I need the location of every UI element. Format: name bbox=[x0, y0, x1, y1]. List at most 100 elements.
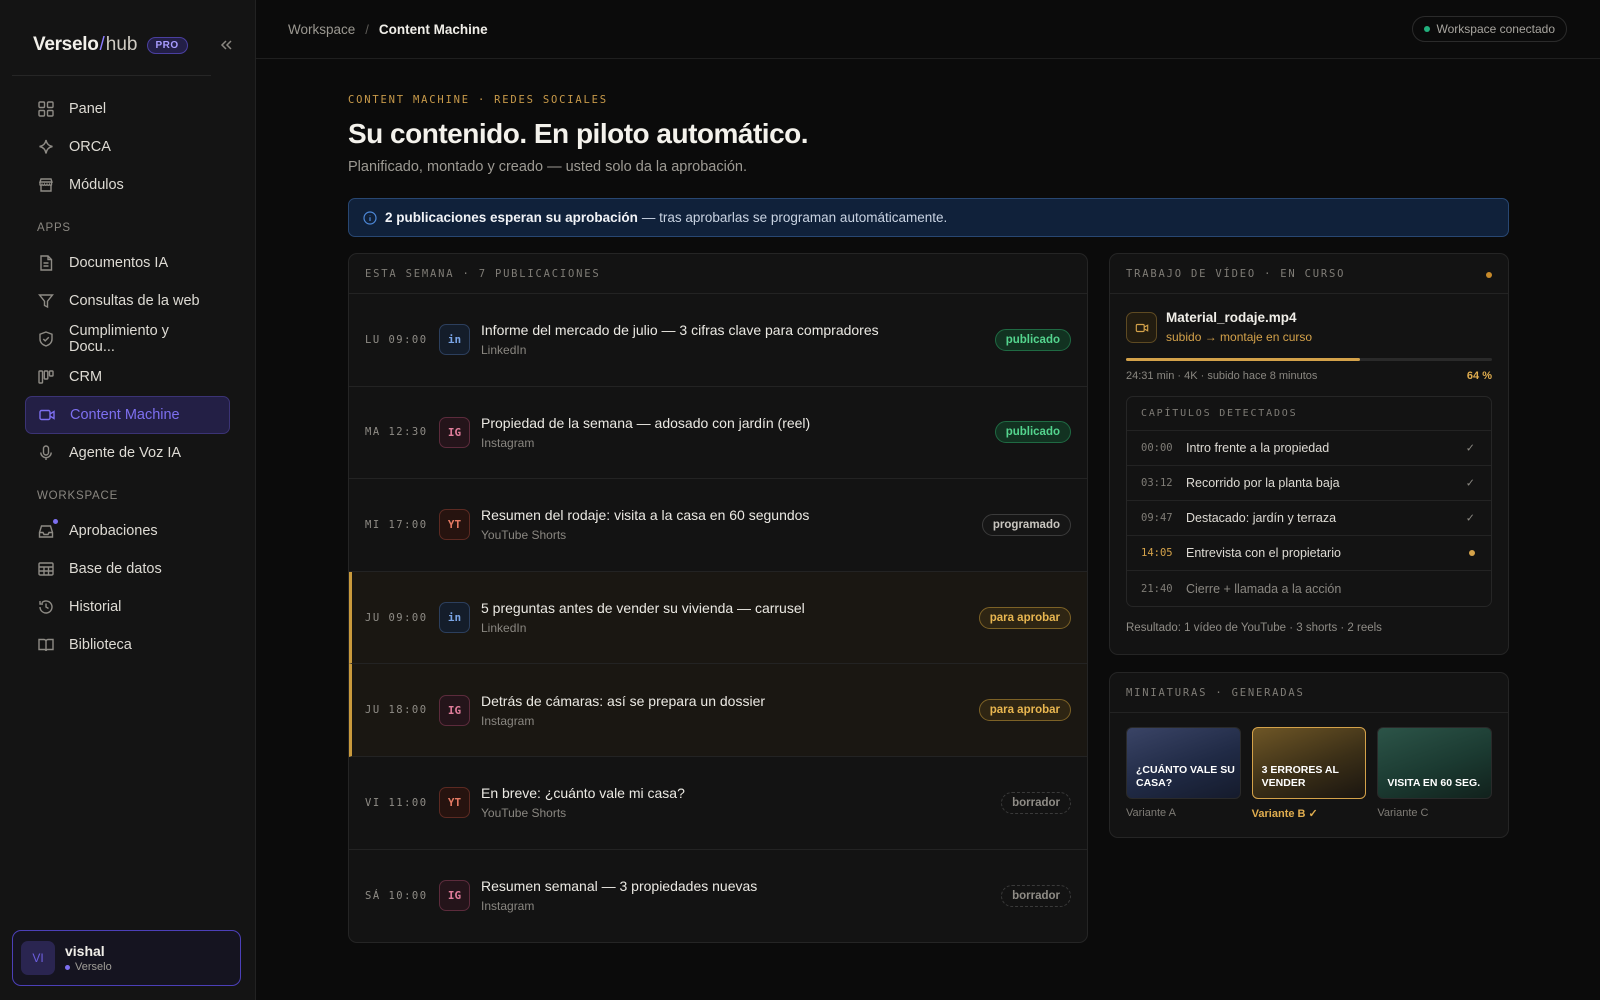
grid-icon bbox=[38, 101, 54, 117]
thumbnail-image: 3 ERRORES AL VENDER bbox=[1251, 727, 1367, 799]
thumbnail-variant-c[interactable]: VISITA EN 60 SEG. Variante C bbox=[1377, 727, 1493, 820]
post-time: MA 12:30 bbox=[365, 426, 428, 439]
sidebar-item-cumplimiento[interactable]: Cumplimiento y Docu... bbox=[25, 320, 230, 358]
post-title: Resumen del rodaje: visita a la casa en … bbox=[481, 507, 810, 524]
sidebar-item-label: CRM bbox=[69, 369, 103, 385]
sidebar-item-orca[interactable]: ORCA bbox=[25, 128, 230, 166]
instagram-icon: IG bbox=[439, 416, 470, 448]
brand-name: Verselo bbox=[33, 34, 99, 55]
video-percent: 64 % bbox=[1466, 370, 1492, 382]
post-row[interactable]: JU 18:00 IG Detrás de cámaras: así se pr… bbox=[349, 664, 1087, 757]
user-card[interactable]: VI vishal Verselo bbox=[12, 930, 241, 986]
sidebar-item-base-datos[interactable]: Base de datos bbox=[25, 550, 230, 588]
approve-badge[interactable]: para aprobar bbox=[978, 606, 1071, 629]
sidebar: Verselo / hub PRO Panel ORCA Módulos APPS … bbox=[0, 0, 256, 1000]
sidebar-item-historial[interactable]: Historial bbox=[25, 588, 230, 626]
chapter-time: 00:00 bbox=[1141, 442, 1173, 454]
sidebar-item-crm[interactable]: CRM bbox=[25, 358, 230, 396]
sidebar-item-modulos[interactable]: Módulos bbox=[25, 166, 230, 204]
user-org: Verselo bbox=[65, 961, 112, 973]
linkedin-icon: in bbox=[439, 602, 470, 634]
chapter-label: Recorrido por la planta baja bbox=[1186, 476, 1340, 490]
sidebar-item-biblioteca[interactable]: Biblioteca bbox=[25, 626, 230, 664]
in-progress-dot bbox=[1469, 550, 1475, 556]
post-row[interactable]: MI 17:00 YT Resumen del rodaje: visita a… bbox=[349, 479, 1087, 572]
alert-bold: 2 publicaciones esperan su aprobación bbox=[385, 210, 638, 225]
video-job-panel: TRABAJO DE VÍDEO · EN CURSO Material_rod… bbox=[1109, 253, 1509, 655]
post-channel: Instagram bbox=[481, 435, 535, 450]
chapter-time: 21:40 bbox=[1141, 582, 1173, 595]
sidebar-item-agente-voz[interactable]: Agente de Voz IA bbox=[25, 434, 230, 472]
post-title: Detrás de cámaras: así se prepara un dos… bbox=[481, 692, 766, 709]
sidebar-item-label: Cumplimiento y Docu... bbox=[69, 323, 169, 355]
chapter-time: 03:12 bbox=[1141, 477, 1173, 489]
brand-slash: / bbox=[99, 34, 105, 55]
chapter-row[interactable]: 21:40 Cierre + llamada a la acción bbox=[1127, 571, 1491, 606]
post-time: JU 09:00 bbox=[365, 611, 428, 624]
chapter-row[interactable]: 00:00 Intro frente a la propiedad ✓ bbox=[1127, 431, 1491, 466]
thumbnail-image: VISITA EN 60 SEG. bbox=[1377, 727, 1493, 799]
video-file[interactable]: Material_rodaje.mp4 subido → montaje en … bbox=[1110, 294, 1508, 344]
chapter-label: Intro frente a la propiedad bbox=[1186, 441, 1330, 455]
status-badge: borrador bbox=[1001, 791, 1071, 814]
post-title: En breve: ¿cuánto vale mi casa? bbox=[481, 785, 685, 802]
filter-icon bbox=[38, 294, 54, 309]
instagram-icon: IG bbox=[439, 694, 470, 726]
post-row[interactable]: VI 11:00 YT En breve: ¿cuánto vale mi ca… bbox=[349, 757, 1087, 850]
table-icon bbox=[38, 562, 54, 576]
chapter-row[interactable]: 14:05 Entrevista con el propietario bbox=[1127, 536, 1491, 571]
inbox-icon bbox=[37, 519, 58, 540]
sidebar-item-consultas-web[interactable]: Consultas de la web bbox=[25, 282, 230, 320]
post-row[interactable]: JU 09:00 in 5 preguntas antes de vender … bbox=[349, 571, 1087, 665]
thumbnail-variant-b[interactable]: 3 ERRORES AL VENDER Variante B ✓ bbox=[1251, 727, 1367, 820]
approval-alert[interactable]: 2 publicaciones esperan su aprobación — … bbox=[348, 198, 1509, 237]
status-dot bbox=[1424, 26, 1431, 32]
video-progress-fill bbox=[1126, 358, 1361, 361]
thumbnails-panel: MINIATURAS · GENERADAS ¿CUÁNTO VALE SU C… bbox=[1109, 672, 1509, 838]
brand[interactable]: Verselo / hub PRO bbox=[0, 0, 255, 90]
post-time: JU 18:00 bbox=[365, 704, 428, 717]
sidebar-item-aprobaciones[interactable]: Aprobaciones bbox=[25, 512, 230, 550]
post-channel: Instagram bbox=[481, 899, 535, 914]
alert-text: — tras aprobarlas se programan automátic… bbox=[641, 210, 948, 225]
main: Workspace / Content Machine Workspace co… bbox=[256, 0, 1600, 1000]
post-channel: YouTube Shorts bbox=[481, 528, 567, 543]
sidebar-item-documentos-ia[interactable]: Documentos IA bbox=[25, 244, 230, 282]
divider bbox=[12, 75, 211, 76]
thumbnail-label: Variante A bbox=[1126, 807, 1176, 819]
post-row[interactable]: MA 12:30 IG Propiedad de la semana — ado… bbox=[349, 387, 1087, 480]
user-name: vishal bbox=[65, 943, 105, 959]
page-title: Su contenido. En piloto automático. bbox=[348, 118, 809, 149]
thumbnail-text: VISITA EN 60 SEG. bbox=[1387, 777, 1481, 789]
notification-dot bbox=[53, 519, 58, 524]
thumbnail-label-selected: Variante B ✓ bbox=[1251, 808, 1318, 820]
post-row[interactable]: SÁ 10:00 IG Resumen semanal — 3 propieda… bbox=[349, 850, 1087, 942]
post-channel: LinkedIn bbox=[481, 621, 527, 636]
sidebar-item-label: ORCA bbox=[69, 139, 111, 155]
post-time: SÁ 10:00 bbox=[365, 889, 428, 902]
sidebar-item-label: Agente de Voz IA bbox=[69, 445, 182, 461]
video-result: Resultado: 1 vídeo de YouTube · 3 shorts… bbox=[1126, 622, 1382, 634]
status-badge: borrador bbox=[1001, 884, 1071, 907]
topbar: Workspace / Content Machine Workspace co… bbox=[256, 0, 1600, 59]
chapter-row[interactable]: 03:12 Recorrido por la planta baja ✓ bbox=[1127, 466, 1491, 501]
post-row[interactable]: LU 09:00 in Informe del mercado de julio… bbox=[349, 294, 1087, 387]
sidebar-item-label: Aprobaciones bbox=[69, 523, 158, 539]
sidebar-item-panel[interactable]: Panel bbox=[25, 90, 230, 128]
breadcrumb-separator: / bbox=[365, 21, 369, 37]
post-title: Propiedad de la semana — adosado con jar… bbox=[481, 414, 811, 431]
post-channel: YouTube Shorts bbox=[481, 806, 567, 821]
section-title-workspace: WORKSPACE bbox=[37, 490, 119, 502]
thumbnail-variant-a[interactable]: ¿CUÁNTO VALE SU CASA? Variante A bbox=[1126, 727, 1241, 820]
sidebar-item-label: Panel bbox=[69, 101, 107, 117]
breadcrumb-root[interactable]: Workspace bbox=[288, 22, 355, 37]
right-column: TRABAJO DE VÍDEO · EN CURSO Material_rod… bbox=[1109, 253, 1509, 943]
sidebar-item-label: Documentos IA bbox=[69, 255, 169, 271]
thumbnail-label: Variante C bbox=[1377, 807, 1429, 819]
youtube-icon: YT bbox=[439, 509, 470, 541]
collapse-sidebar-icon[interactable] bbox=[217, 36, 235, 54]
chapter-label: Cierre + llamada a la acción bbox=[1186, 581, 1342, 596]
sidebar-item-content-machine[interactable]: Content Machine bbox=[25, 396, 230, 434]
chapter-row[interactable]: 09:47 Destacado: jardín y terraza ✓ bbox=[1127, 501, 1491, 536]
approve-badge[interactable]: para aprobar bbox=[978, 699, 1071, 722]
